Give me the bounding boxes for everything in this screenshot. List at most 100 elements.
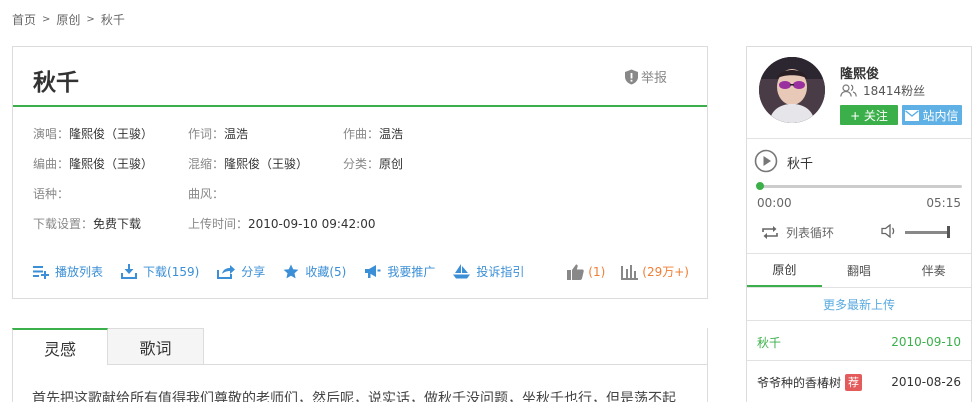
divider: [747, 360, 971, 361]
meta-key: 语种：: [33, 187, 70, 201]
message-button[interactable]: 站内信: [902, 105, 962, 125]
plays-stat[interactable]: (29万+): [621, 263, 689, 280]
plays-count: (29万+): [642, 265, 689, 279]
megaphone-icon: [365, 265, 381, 278]
tab-lyrics[interactable]: 歌词: [108, 328, 204, 365]
like-button[interactable]: (1): [567, 264, 605, 280]
volume-button[interactable]: [881, 223, 897, 242]
meta-key: 编曲：: [33, 157, 70, 171]
artist-name[interactable]: 隆熙俊: [840, 63, 879, 82]
share-button[interactable]: 分享: [217, 263, 265, 280]
meta-value: 2010-09-10 09:42:00: [248, 217, 376, 231]
meta-key: 下载设置：: [33, 217, 94, 231]
song-actions: 播放列表 下载(159) 分享 收藏(5) 我要推广 投诉指引: [33, 263, 542, 280]
song-name: 秋千: [757, 335, 782, 350]
volume-slider[interactable]: [905, 231, 949, 234]
artist-sidebar: 隆熙俊 18414粉丝 + 关注 站内信 秋千 00:00 05:15 列表循环…: [746, 46, 972, 402]
meta-value: 温浩: [379, 127, 404, 141]
promote-label: 我要推广: [387, 265, 436, 279]
users-icon: [840, 84, 857, 97]
player-track-title: 秋千: [787, 157, 814, 172]
song-name: 爷爷种的香椿树: [757, 375, 842, 390]
sidebar-tab-original[interactable]: 原创: [747, 253, 822, 287]
meta-value: 免费下载: [93, 217, 142, 231]
breadcrumb-separator: >: [42, 14, 51, 25]
playlist-button[interactable]: 播放列表: [33, 263, 103, 280]
tab-inspiration[interactable]: 灵感: [12, 328, 108, 365]
loop-mode-label: 列表循环: [786, 226, 835, 240]
shield-icon: [624, 69, 638, 84]
complaint-label: 投诉指引: [476, 265, 525, 279]
meta-value: 原创: [379, 157, 404, 171]
meta-value: 温浩: [224, 127, 249, 141]
breadcrumb-current: 秋千: [100, 13, 125, 27]
fans-label: 18414粉丝: [863, 84, 926, 98]
progress-bar[interactable]: [756, 182, 962, 190]
progress-knob[interactable]: [756, 182, 764, 190]
inspiration-text: 首先把这歌献给所有值得我们尊敬的老师们，然后呢，说实话，做秋千没问题，坐秋千也行…: [32, 391, 676, 402]
breadcrumb-home[interactable]: 首页: [12, 11, 36, 28]
meta-style: 曲风：: [188, 185, 224, 202]
song-stats: (1) (29万+): [551, 263, 689, 280]
meta-singer: 演唱：隆熙俊（王骏）: [33, 125, 153, 142]
avatar-image: [759, 57, 825, 123]
volume-knob[interactable]: [947, 226, 950, 238]
sidebar-tab-accompaniment[interactable]: 伴奏: [896, 253, 971, 287]
download-label: 下载(159): [143, 265, 200, 279]
meta-key: 上传时间：: [188, 217, 249, 231]
report-label: 举报: [640, 71, 667, 86]
meta-upload: 上传时间：2010-09-10 09:42:00: [188, 215, 375, 232]
song-date: 2010-09-10: [891, 335, 961, 349]
favorite-label: 收藏(5): [305, 265, 347, 279]
meta-lyricist: 作词：温浩: [188, 125, 248, 142]
report-button[interactable]: 举报: [624, 67, 667, 86]
song-info-card: 秋千 举报 演唱：隆熙俊（王骏） 作词：温浩 作曲：温浩 编曲：隆熙俊（王骏） …: [12, 46, 708, 299]
repeat-icon: [762, 226, 778, 239]
play-icon: [754, 149, 778, 173]
volume-icon: [881, 223, 895, 239]
divider: [747, 287, 971, 288]
list-item[interactable]: 秋千 2010-09-10: [757, 333, 961, 351]
meta-language: 语种：: [33, 185, 69, 202]
content-tabs: 灵感 歌词: [12, 328, 204, 365]
sidebar-tab-cover[interactable]: 翻唱: [822, 253, 897, 287]
loop-mode-button[interactable]: 列表循环: [762, 224, 834, 241]
ship-icon: [453, 264, 471, 279]
bar-chart-icon: [621, 264, 639, 280]
meta-download: 下载设置：免费下载: [33, 215, 141, 232]
meta-key: 曲风：: [188, 187, 225, 201]
list-item[interactable]: 爷爷种的香椿树 荐 2010-08-26: [757, 373, 961, 391]
download-button[interactable]: 下载(159): [121, 263, 199, 280]
meta-value: 隆熙俊（王骏）: [69, 157, 154, 171]
thumbs-up-icon: [567, 264, 585, 280]
promote-button[interactable]: 我要推广: [364, 263, 435, 280]
divider: [747, 138, 971, 139]
avatar[interactable]: [759, 57, 825, 123]
favorite-button[interactable]: 收藏(5): [283, 263, 346, 280]
meta-mixer: 混缩：隆熙俊（王骏）: [188, 155, 308, 172]
meta-arranger: 编曲：隆熙俊（王骏）: [33, 155, 153, 172]
share-icon: [217, 265, 236, 279]
total-time: 05:15: [926, 196, 961, 210]
singer-link[interactable]: 隆熙俊（王骏）: [69, 127, 153, 141]
sidebar-tabs: 原创 翻唱 伴奏: [747, 253, 971, 287]
meta-key: 演唱：: [33, 127, 70, 141]
breadcrumb: 首页 > 原创 > 秋千: [12, 11, 125, 28]
star-icon: [283, 264, 299, 279]
download-icon: [121, 264, 138, 279]
divider: [747, 320, 971, 321]
more-uploads-link[interactable]: 更多最新上传: [747, 296, 971, 313]
song-date: 2010-08-26: [891, 375, 961, 389]
playlist-label: 播放列表: [55, 265, 104, 279]
follow-button[interactable]: + 关注: [840, 105, 898, 125]
meta-composer: 作曲：温浩: [343, 125, 403, 142]
song-name-wrap: 爷爷种的香椿树 荐: [757, 373, 863, 391]
meta-key: 混缩：: [188, 157, 225, 171]
mail-icon: [905, 109, 920, 121]
song-title: 秋千: [33, 70, 79, 96]
play-button[interactable]: [754, 149, 778, 177]
complaint-button[interactable]: 投诉指引: [453, 263, 524, 280]
playlist-add-icon: [33, 265, 49, 279]
breadcrumb-original[interactable]: 原创: [56, 11, 80, 28]
meta-key: 作词：: [188, 127, 225, 141]
